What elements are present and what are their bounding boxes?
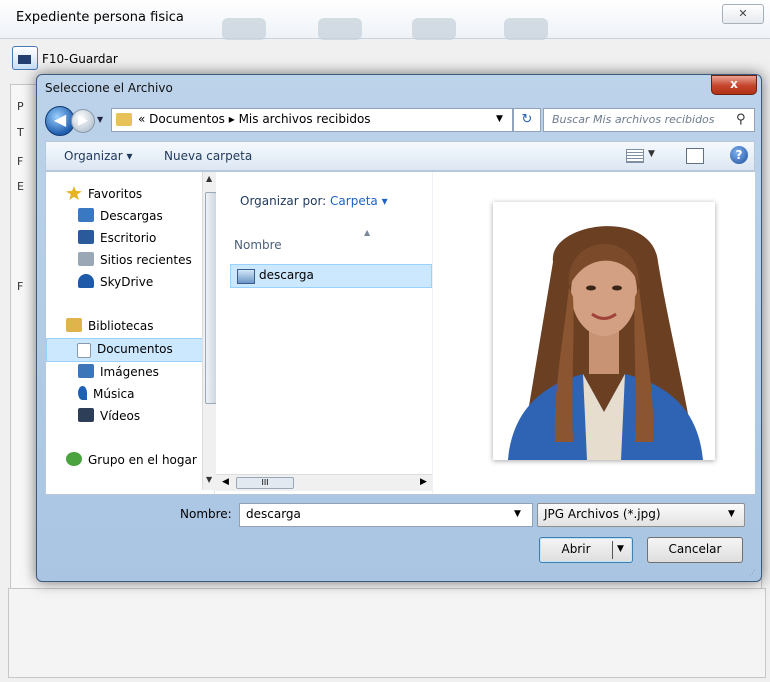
navigation-bar: ◀ ▶ ▼ « Documentos ▸ Mis archivos recibi… [45, 105, 755, 136]
organize-button[interactable]: Organizar ▾ [64, 149, 133, 163]
videos-icon [78, 408, 94, 422]
background-field-label: F [17, 155, 24, 168]
blurred-toolbar-icon [222, 18, 266, 40]
nav-item-escritorio[interactable]: Escritorio [78, 230, 156, 245]
navigation-pane: Favoritos Descargas Escritorio Sitios re… [46, 172, 217, 494]
save-button-label: F10-Guardar [42, 52, 118, 66]
nav-item-descargas[interactable]: Descargas [78, 208, 163, 223]
view-options-dropdown[interactable]: ▼ [648, 149, 655, 159]
background-close-button[interactable]: ✕ [722, 4, 764, 24]
nav-item-grupo-en-el-hogar[interactable]: Grupo en el hogar [66, 452, 197, 467]
file-type-select[interactable]: JPG Archivos (*.jpg) ▼ [537, 503, 745, 527]
background-bottom-panel [8, 588, 766, 678]
downloads-icon [78, 208, 94, 222]
libraries-icon [66, 318, 82, 332]
homegroup-icon [66, 452, 82, 466]
open-button[interactable]: Abrir ▼ [539, 537, 633, 563]
desktop-icon [78, 230, 94, 244]
arrange-by: Organizar por: Carpeta ▾ [240, 194, 388, 208]
file-name-dropdown-icon[interactable]: ▼ [514, 509, 521, 519]
open-button-label: Abrir [561, 542, 591, 556]
arrange-by-dropdown[interactable]: Carpeta ▾ [330, 194, 388, 208]
nav-item-videos[interactable]: Vídeos [78, 408, 140, 423]
search-box[interactable]: Buscar Mis archivos recibidos ⚲ [543, 108, 755, 132]
blurred-toolbar-icon [318, 18, 362, 40]
command-bar: Organizar ▾ Nueva carpeta ▼ ? [45, 141, 755, 171]
navigation-pane-scrollbar[interactable]: ▲ ▼ [202, 172, 217, 490]
recent-places-icon [78, 252, 94, 266]
nav-item-documentos[interactable]: Documentos [46, 338, 206, 362]
dialog-footer: Nombre: descarga ▼ JPG Archivos (*.jpg) … [45, 495, 753, 575]
background-titlebar: Expediente persona fisica ✕ [0, 0, 770, 40]
skydrive-icon [78, 274, 94, 288]
search-icon[interactable]: ⚲ [736, 112, 746, 127]
documents-icon [77, 343, 91, 358]
scroll-down-arrow-icon[interactable]: ▼ [206, 475, 212, 484]
nav-item-sitios-recientes[interactable]: Sitios recientes [78, 252, 192, 267]
horizontal-scrollbar[interactable]: ◀ III ▶ [216, 474, 432, 491]
horizontal-scrollbar-thumb[interactable]: III [236, 477, 294, 489]
nav-item-musica[interactable]: Música [78, 386, 135, 401]
dialog-title: Seleccione el Archivo [45, 81, 173, 95]
portrait-image [493, 202, 715, 460]
arrange-by-label: Organizar por: [240, 194, 327, 208]
scroll-left-arrow-icon[interactable]: ◀ [222, 477, 229, 487]
image-file-icon [237, 269, 255, 284]
scroll-right-arrow-icon[interactable]: ▶ [420, 477, 427, 487]
file-name: descarga [259, 268, 314, 282]
sort-ascending-icon: ▲ [364, 228, 371, 237]
scroll-up-arrow-icon[interactable]: ▲ [206, 174, 212, 183]
portrait-photo-preview [493, 202, 715, 460]
dialog-body: Favoritos Descargas Escritorio Sitios re… [45, 171, 755, 495]
forward-button[interactable]: ▶ [71, 109, 95, 133]
save-icon [12, 46, 38, 70]
background-field-label: F [17, 280, 24, 293]
file-name-label: Nombre: [180, 507, 232, 521]
file-type-value: JPG Archivos (*.jpg) [544, 507, 661, 521]
preview-pane [432, 172, 755, 494]
star-icon [66, 186, 82, 200]
file-type-dropdown-icon[interactable]: ▼ [728, 509, 735, 519]
nav-item-favoritos[interactable]: Favoritos [66, 186, 142, 201]
address-dropdown-icon[interactable]: ▼ [496, 114, 503, 124]
folder-icon [116, 113, 132, 126]
recent-locations-dropdown[interactable]: ▼ [97, 115, 103, 124]
file-name-value: descarga [246, 507, 301, 521]
search-input[interactable]: Buscar Mis archivos recibidos [552, 113, 715, 126]
address-bar[interactable]: « Documentos ▸ Mis archivos recibidos ▼ [111, 108, 513, 132]
cancel-button[interactable]: Cancelar [647, 537, 743, 563]
pictures-icon [78, 364, 94, 378]
split-button-divider [612, 541, 613, 559]
blurred-toolbar-icon [412, 18, 456, 40]
resize-grip-icon[interactable]: ⋰ [749, 569, 759, 579]
open-options-dropdown-icon[interactable]: ▼ [617, 538, 624, 561]
file-item-descarga[interactable]: descarga [230, 264, 432, 288]
breadcrumb[interactable]: « Documentos ▸ Mis archivos recibidos [138, 112, 371, 126]
new-folder-button[interactable]: Nueva carpeta [164, 149, 252, 163]
nav-item-bibliotecas[interactable]: Bibliotecas [66, 318, 153, 333]
background-field-label: T [17, 126, 24, 139]
nav-item-imagenes[interactable]: Imágenes [78, 364, 159, 379]
background-window-title: Expediente persona fisica [16, 10, 184, 25]
preview-pane-button[interactable] [686, 148, 704, 164]
nav-item-skydrive[interactable]: SkyDrive [78, 274, 153, 289]
file-open-dialog: Seleccione el Archivo x ◀ ▶ ▼ « Document… [36, 74, 762, 582]
view-options-icon[interactable] [626, 149, 644, 163]
music-icon [78, 386, 87, 400]
column-header-nombre[interactable]: Nombre [234, 238, 282, 252]
refresh-button[interactable]: ↻ [513, 108, 541, 132]
file-list-pane: Organizar por: Carpeta ▾ ▲ Nombre descar… [216, 172, 432, 494]
help-icon[interactable]: ? [730, 146, 748, 164]
background-field-label: E [17, 180, 24, 193]
file-name-input[interactable]: descarga ▼ [239, 503, 533, 527]
background-field-label: P [17, 100, 24, 113]
dialog-close-button[interactable]: x [711, 75, 757, 95]
blurred-toolbar-icon [504, 18, 548, 40]
